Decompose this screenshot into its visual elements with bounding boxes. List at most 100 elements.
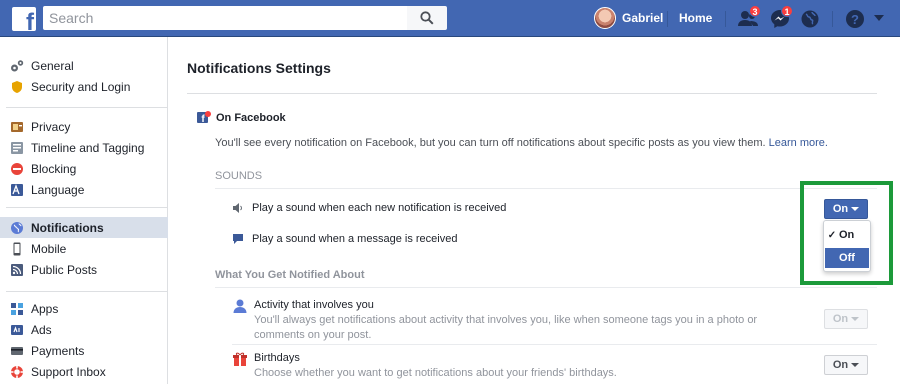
- facebook-notification-icon: f: [197, 111, 211, 125]
- intro-text: You'll see every notification on Faceboo…: [215, 137, 828, 149]
- birthdays-toggle-button[interactable]: On: [824, 355, 868, 375]
- sound-toggle-menu: ✓ On Off: [823, 220, 871, 272]
- sidebar-item-notifications[interactable]: Notifications: [0, 217, 168, 238]
- nav-divider: [832, 11, 833, 27]
- shield-icon: [10, 80, 24, 94]
- svg-text:?: ?: [851, 12, 859, 27]
- caret-down-icon: [851, 363, 860, 367]
- sidebar-item-label: Mobile: [31, 241, 67, 256]
- sound-new-notification-row: Play a sound when each new notification …: [232, 202, 506, 214]
- rss-icon: [10, 263, 24, 277]
- sidebar-item-blocking[interactable]: Blocking: [0, 158, 168, 179]
- sidebar-item-label: Apps: [31, 301, 59, 316]
- sidebar-item-label: Language: [31, 182, 85, 197]
- divider: [215, 188, 877, 189]
- blocking-icon: [10, 162, 24, 176]
- learn-more-link[interactable]: Learn more.: [769, 137, 828, 149]
- sidebar-item-label: Blocking: [31, 161, 77, 176]
- checkmark-icon: ✓: [827, 229, 837, 241]
- sounds-header: SOUNDS: [215, 170, 263, 182]
- mobile-icon: [10, 242, 24, 256]
- sidebar-item-payments[interactable]: Payments: [0, 340, 168, 361]
- divider: [215, 287, 877, 288]
- sidebar-item-public-posts[interactable]: Public Posts: [0, 259, 168, 280]
- nav-divider: [667, 11, 668, 27]
- notified-about-header: What You Get Notified About: [215, 269, 365, 281]
- language-icon: [10, 183, 24, 197]
- sidebar-item-label: Public Posts: [31, 262, 98, 277]
- account-menu-button[interactable]: [872, 12, 886, 24]
- section-header-on-facebook: f On Facebook: [197, 111, 286, 125]
- friend-requests-badge: 3: [749, 5, 761, 17]
- sound-message-row: Play a sound when a message is received: [232, 233, 457, 245]
- friend-requests-button[interactable]: 3: [737, 5, 761, 30]
- sidebar-item-apps[interactable]: Apps: [0, 298, 168, 319]
- sound-message-label: Play a sound when a message is received: [252, 233, 458, 245]
- sidebar-item-mobile[interactable]: Mobile: [0, 238, 168, 259]
- chevron-down-icon: [874, 15, 884, 21]
- sidebar-item-label: Notifications: [31, 220, 104, 235]
- page-title: Notifications Settings: [187, 60, 331, 76]
- profile-link[interactable]: Gabriel: [622, 11, 663, 25]
- sidebar-item-label: Privacy: [31, 119, 71, 134]
- sidebar-item-label: General: [31, 58, 74, 73]
- sidebar-item-language[interactable]: Language: [0, 179, 168, 200]
- sidebar-divider: [6, 107, 168, 108]
- search-input[interactable]: [43, 6, 407, 30]
- sidebar-item-support-inbox[interactable]: Support Inbox: [0, 361, 168, 382]
- ads-icon: [10, 323, 24, 337]
- divider: [187, 93, 877, 94]
- caret-down-icon: [851, 207, 860, 211]
- sidebar-group-apps: Apps Ads Payments Support Inbox: [0, 298, 168, 382]
- sidebar-group-privacy: Privacy Timeline and Tagging Blocking La…: [0, 116, 168, 200]
- sidebar-group-account: General Security and Login: [0, 55, 168, 97]
- sidebar-item-privacy[interactable]: Privacy: [0, 116, 168, 137]
- globe-icon: [801, 10, 819, 28]
- sidebar-item-general[interactable]: General: [0, 55, 168, 76]
- birthdays-description: Choose whether you want to get notificat…: [254, 367, 617, 379]
- sidebar-item-label: Payments: [31, 343, 85, 358]
- menu-option-on[interactable]: ✓ On: [825, 225, 869, 245]
- messages-button[interactable]: 1: [769, 5, 793, 30]
- sound-new-notification-label: Play a sound when each new notification …: [252, 202, 507, 214]
- sound-toggle-dropdown-button[interactable]: On: [824, 199, 868, 219]
- sidebar-item-label: Timeline and Tagging: [31, 140, 145, 155]
- search-button[interactable]: [407, 6, 447, 30]
- facebook-logo[interactable]: f: [12, 7, 36, 31]
- activity-title: Activity that involves you: [254, 299, 374, 311]
- gift-icon: [232, 351, 248, 367]
- globe-icon: [10, 221, 24, 235]
- section-title: On Facebook: [216, 112, 286, 124]
- privacy-icon: [10, 120, 24, 134]
- avatar[interactable]: [594, 7, 616, 29]
- sidebar-item-security[interactable]: Security and Login: [0, 76, 168, 97]
- messages-badge: 1: [781, 5, 793, 17]
- person-icon: [232, 298, 248, 314]
- sidebar-divider: [6, 207, 168, 208]
- apps-icon: [10, 302, 24, 316]
- payments-icon: [10, 344, 24, 358]
- notifications-button[interactable]: [799, 8, 821, 30]
- sidebar-group-notifications: Notifications Mobile Public Posts: [0, 217, 168, 280]
- help-button[interactable]: ?: [844, 8, 866, 30]
- search-icon: [420, 11, 434, 25]
- sidebar-item-timeline-tagging[interactable]: Timeline and Tagging: [0, 137, 168, 158]
- sidebar-item-label: Security and Login: [31, 79, 131, 94]
- birthdays-title: Birthdays: [254, 352, 300, 364]
- divider: [232, 344, 877, 345]
- menu-option-off[interactable]: Off: [825, 248, 869, 268]
- home-link[interactable]: Home: [679, 11, 712, 25]
- help-icon: ?: [846, 10, 864, 28]
- gears-icon: [10, 59, 24, 73]
- speaker-icon: [232, 202, 246, 214]
- sidebar-item-label: Ads: [31, 322, 52, 337]
- settings-sidebar: General Security and Login Privacy Timel…: [0, 37, 168, 384]
- lifebuoy-icon: [10, 365, 24, 379]
- activity-description: You'll always get notifications about ac…: [254, 314, 758, 341]
- top-navigation-bar: f Gabriel Home 3 1 ?: [0, 0, 900, 37]
- activity-toggle-button: On: [824, 309, 868, 329]
- main-content: Notifications Settings f On Facebook You…: [187, 37, 900, 384]
- timeline-icon: [10, 141, 24, 155]
- sidebar-divider: [6, 291, 168, 292]
- sidebar-item-ads[interactable]: Ads: [0, 319, 168, 340]
